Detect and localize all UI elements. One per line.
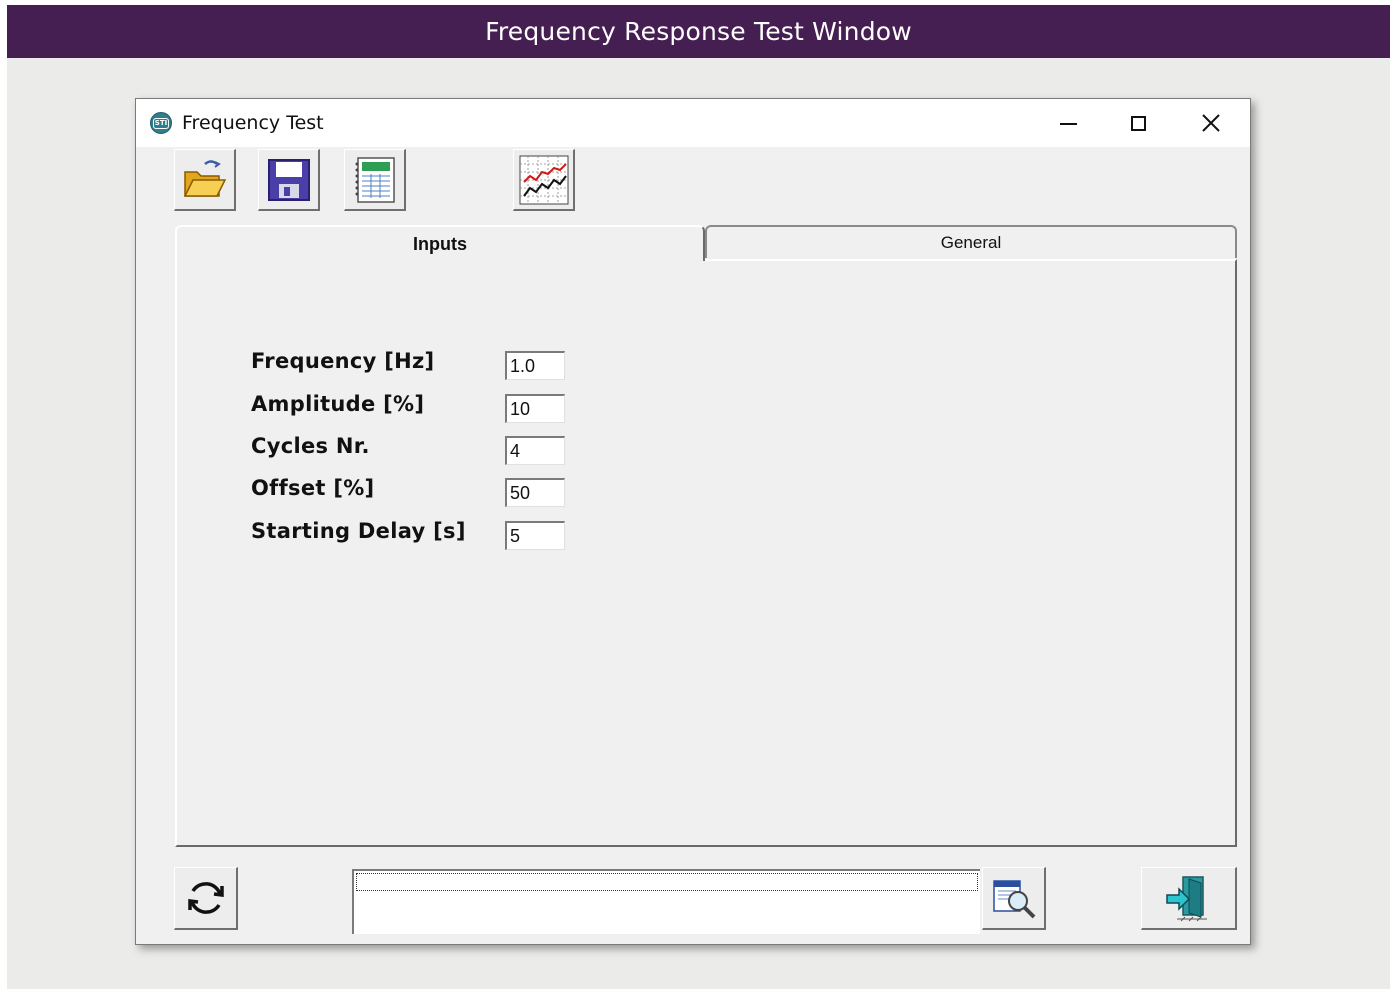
frequency-label: Frequency [Hz]: [251, 349, 435, 373]
frequency-test-window: STI Frequency Test Inputs General Freque…: [135, 98, 1251, 945]
spreadsheet-icon: [355, 156, 395, 203]
open-file-button[interactable]: [174, 149, 236, 211]
tab-general[interactable]: General: [705, 225, 1237, 258]
offset-input[interactable]: 50: [505, 478, 565, 507]
offset-label: Offset [%]: [251, 476, 375, 500]
minimize-button[interactable]: [1033, 99, 1103, 147]
refresh-button[interactable]: [174, 867, 238, 930]
exit-button[interactable]: [1141, 867, 1237, 930]
app-icon-text: STI: [152, 117, 170, 129]
exit-door-icon: [1165, 876, 1207, 922]
banner-title: Frequency Response Test Window: [7, 5, 1390, 58]
maximize-icon: [1130, 115, 1146, 131]
save-file-button[interactable]: [258, 149, 320, 211]
search-button[interactable]: [982, 867, 1046, 930]
line-chart-icon: [519, 155, 568, 204]
window-title: Frequency Test: [182, 112, 324, 134]
tab-inputs[interactable]: Inputs: [175, 225, 705, 261]
tab-control: Inputs General Frequency [Hz] 1.0 Amplit…: [175, 225, 1237, 847]
title-bar[interactable]: STI Frequency Test: [136, 99, 1250, 147]
page-background: Frequency Response Test Window STI Frequ…: [7, 5, 1390, 989]
starting-delay-label: Starting Delay [s]: [251, 519, 466, 543]
maximize-button[interactable]: [1103, 99, 1173, 147]
cycles-input[interactable]: 4: [505, 436, 565, 465]
magnifier-icon: [992, 880, 1035, 919]
amplitude-label: Amplitude [%]: [251, 392, 425, 416]
close-icon: [1202, 114, 1220, 132]
folder-open-icon: [183, 159, 226, 197]
spreadsheet-button[interactable]: [344, 149, 406, 211]
starting-delay-input[interactable]: 5: [505, 521, 565, 550]
inputs-panel: Frequency [Hz] 1.0 Amplitude [%] 10 Cycl…: [175, 259, 1237, 847]
status-text: [356, 873, 978, 891]
chart-button[interactable]: [513, 149, 575, 211]
amplitude-input[interactable]: 10: [505, 394, 565, 423]
status-field[interactable]: [352, 869, 980, 934]
frequency-input[interactable]: 1.0: [505, 351, 565, 380]
cycles-label: Cycles Nr.: [251, 434, 370, 458]
minimize-icon: [1059, 123, 1077, 125]
floppy-disk-icon: [267, 158, 310, 201]
app-icon: STI: [150, 112, 172, 134]
refresh-icon: [187, 882, 224, 914]
close-button[interactable]: [1176, 99, 1246, 147]
